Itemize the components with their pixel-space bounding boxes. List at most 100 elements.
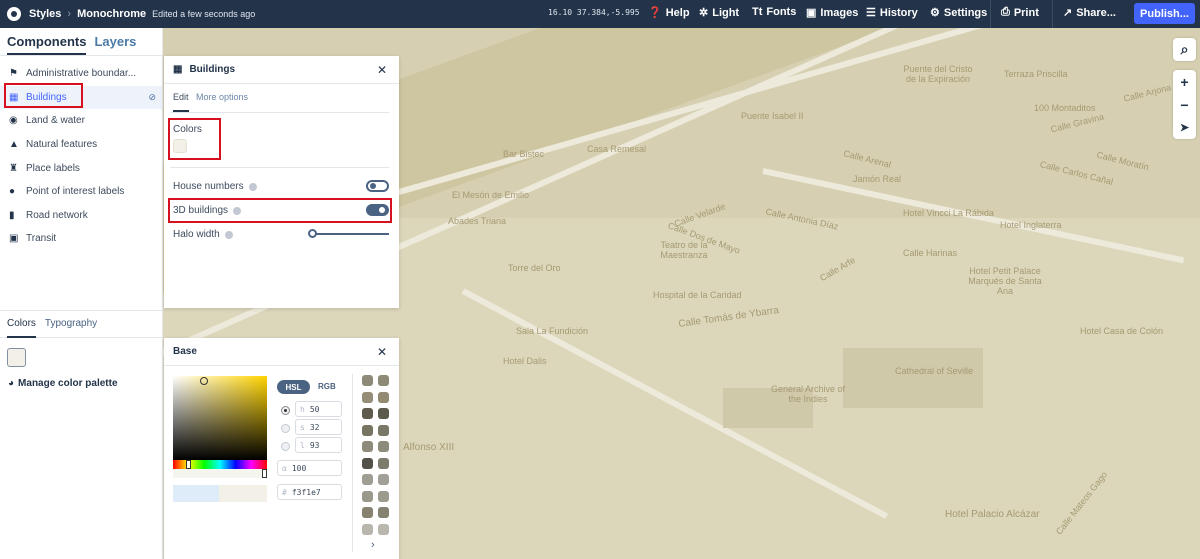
palette-swatch[interactable] [362, 391, 373, 403]
palette-swatch[interactable] [362, 457, 373, 469]
share-button[interactable]: ↗ Share... [1063, 6, 1116, 20]
alpha-handle[interactable] [262, 469, 267, 478]
fonts-button[interactable]: Tt Fonts [752, 6, 796, 18]
print-label: Print [1013, 6, 1039, 19]
publish-button[interactable]: Publish... [1134, 3, 1195, 24]
base-color-swatch[interactable] [7, 348, 26, 367]
palette-swatch[interactable] [362, 523, 373, 535]
help-icon: ❓ [648, 7, 662, 19]
palette-swatch[interactable] [378, 391, 389, 403]
mapbox-logo-icon[interactable] [7, 7, 21, 21]
palette-swatch[interactable] [362, 424, 373, 436]
rgb-mode-button[interactable]: RGB [318, 382, 336, 391]
settings-button[interactable]: ⚙ Settings [930, 6, 987, 20]
s-prefix: s [300, 422, 305, 432]
sidebar-item-label: Administrative boundar... [26, 68, 137, 80]
map-label: Calle Mateos Gago [1053, 469, 1110, 537]
sidebar-item-place-labels[interactable]: ♜ Place labels [0, 156, 162, 180]
sidebar-item-land-water[interactable]: ◉ Land & water [0, 109, 162, 133]
tab-typography[interactable]: Typography [45, 318, 97, 337]
hex-input[interactable]: # f3f1e7 [277, 484, 342, 500]
s-radio[interactable] [281, 424, 290, 433]
palette-swatch[interactable] [362, 490, 373, 502]
palette-swatch[interactable] [378, 457, 389, 469]
palette-swatch[interactable] [378, 523, 389, 535]
l-radio[interactable] [281, 442, 290, 451]
s-input[interactable]: s 32 [295, 419, 342, 435]
palette-swatch[interactable] [378, 490, 389, 502]
halo-width-slider[interactable] [308, 229, 389, 238]
palette-swatch[interactable] [362, 408, 373, 419]
house-numbers-label: House numbers [173, 181, 244, 192]
palette-swatch[interactable] [378, 408, 389, 419]
hex-value: f3f1e7 [291, 487, 321, 497]
tab-edit[interactable]: Edit [173, 92, 189, 112]
fonts-label: Fonts [766, 6, 797, 18]
chevron-right-icon[interactable]: › [371, 539, 375, 551]
palette-swatch[interactable] [378, 441, 389, 452]
alpha-input[interactable]: α 100 [277, 460, 342, 476]
styles-link[interactable]: Styles [29, 8, 61, 20]
info-icon[interactable] [248, 182, 257, 191]
flag-icon: ⚑ [9, 68, 18, 80]
l-input[interactable]: l 93 [295, 437, 342, 453]
sidebar-item-poi-labels[interactable]: ● Point of interest labels [0, 180, 162, 204]
h-input[interactable]: h 50 [295, 401, 342, 417]
info-icon[interactable] [224, 230, 233, 239]
history-button[interactable]: ☰ History [866, 6, 918, 20]
edited-status: Edited a few seconds ago [152, 9, 256, 19]
sidebar-item-transit[interactable]: ▣ Transit [0, 227, 162, 251]
light-button[interactable]: ✲ Light [699, 6, 739, 20]
help-button[interactable]: ❓ Help [648, 6, 690, 20]
slider-thumb[interactable] [308, 229, 317, 238]
tab-layers[interactable]: Layers [94, 34, 136, 55]
map-label: Calle Tomás de Ybarra [677, 305, 780, 330]
palette-swatch[interactable] [378, 424, 389, 436]
highlight-box [168, 118, 221, 160]
divider [352, 374, 353, 552]
h-radio[interactable] [281, 406, 290, 415]
current-color-preview [219, 485, 267, 502]
print-button[interactable]: ⎙ Print [1001, 6, 1039, 19]
manage-palette-button[interactable]: ◕ Manage color palette [8, 378, 118, 389]
palette-swatch[interactable] [378, 507, 389, 518]
tab-more-options[interactable]: More options [196, 92, 248, 102]
style-name[interactable]: Monochrome [77, 8, 146, 20]
hue-slider[interactable] [173, 460, 267, 469]
divider [1052, 0, 1053, 28]
palette-swatch[interactable] [378, 375, 389, 386]
palette-swatch[interactable] [362, 375, 373, 386]
sidebar-item-road-network[interactable]: ▮ Road network [0, 204, 162, 228]
palette-swatch[interactable] [378, 474, 389, 485]
alpha-slider[interactable] [173, 469, 267, 478]
map-label: Bar Bistec [503, 149, 545, 159]
map-label: Calle Arfe [818, 254, 857, 284]
visibility-icon[interactable]: ⊘ [148, 92, 156, 103]
hsl-mode-button[interactable]: HSL [277, 380, 310, 394]
palette-swatch[interactable] [362, 441, 373, 452]
map-label: General Archive of the Indies [770, 384, 846, 404]
sidebar-item-natural-features[interactable]: ▲ Natural features [0, 133, 162, 157]
zoom-out-icon[interactable]: − [1173, 93, 1196, 116]
fonts-icon: Tt [752, 6, 763, 18]
close-icon[interactable]: ✕ [377, 63, 387, 77]
compass-icon[interactable]: ➤ [1173, 116, 1196, 139]
search-icon[interactable]: ⌕ [1173, 38, 1196, 61]
saturation-lightness-picker[interactable] [173, 376, 267, 460]
highlight-box [168, 198, 392, 223]
tab-components[interactable]: Components [7, 34, 87, 55]
close-icon[interactable]: ✕ [377, 345, 387, 359]
tab-colors[interactable]: Colors [7, 318, 36, 338]
house-numbers-toggle[interactable] [366, 180, 389, 192]
palette-swatch[interactable] [362, 507, 373, 518]
panel-header: ▦ Buildings [164, 56, 399, 84]
images-button[interactable]: ▣ Images [806, 6, 858, 20]
hue-handle[interactable] [186, 460, 191, 469]
map-label: Hotel Vincci La Rábida [903, 208, 994, 218]
palette-swatch[interactable] [362, 474, 373, 485]
panel-title: Base [173, 346, 197, 357]
globe-icon: ◉ [9, 115, 18, 127]
picker-handle[interactable] [200, 377, 208, 385]
print-icon: ⎙ [1001, 6, 1010, 18]
zoom-in-icon[interactable]: + [1173, 70, 1196, 93]
